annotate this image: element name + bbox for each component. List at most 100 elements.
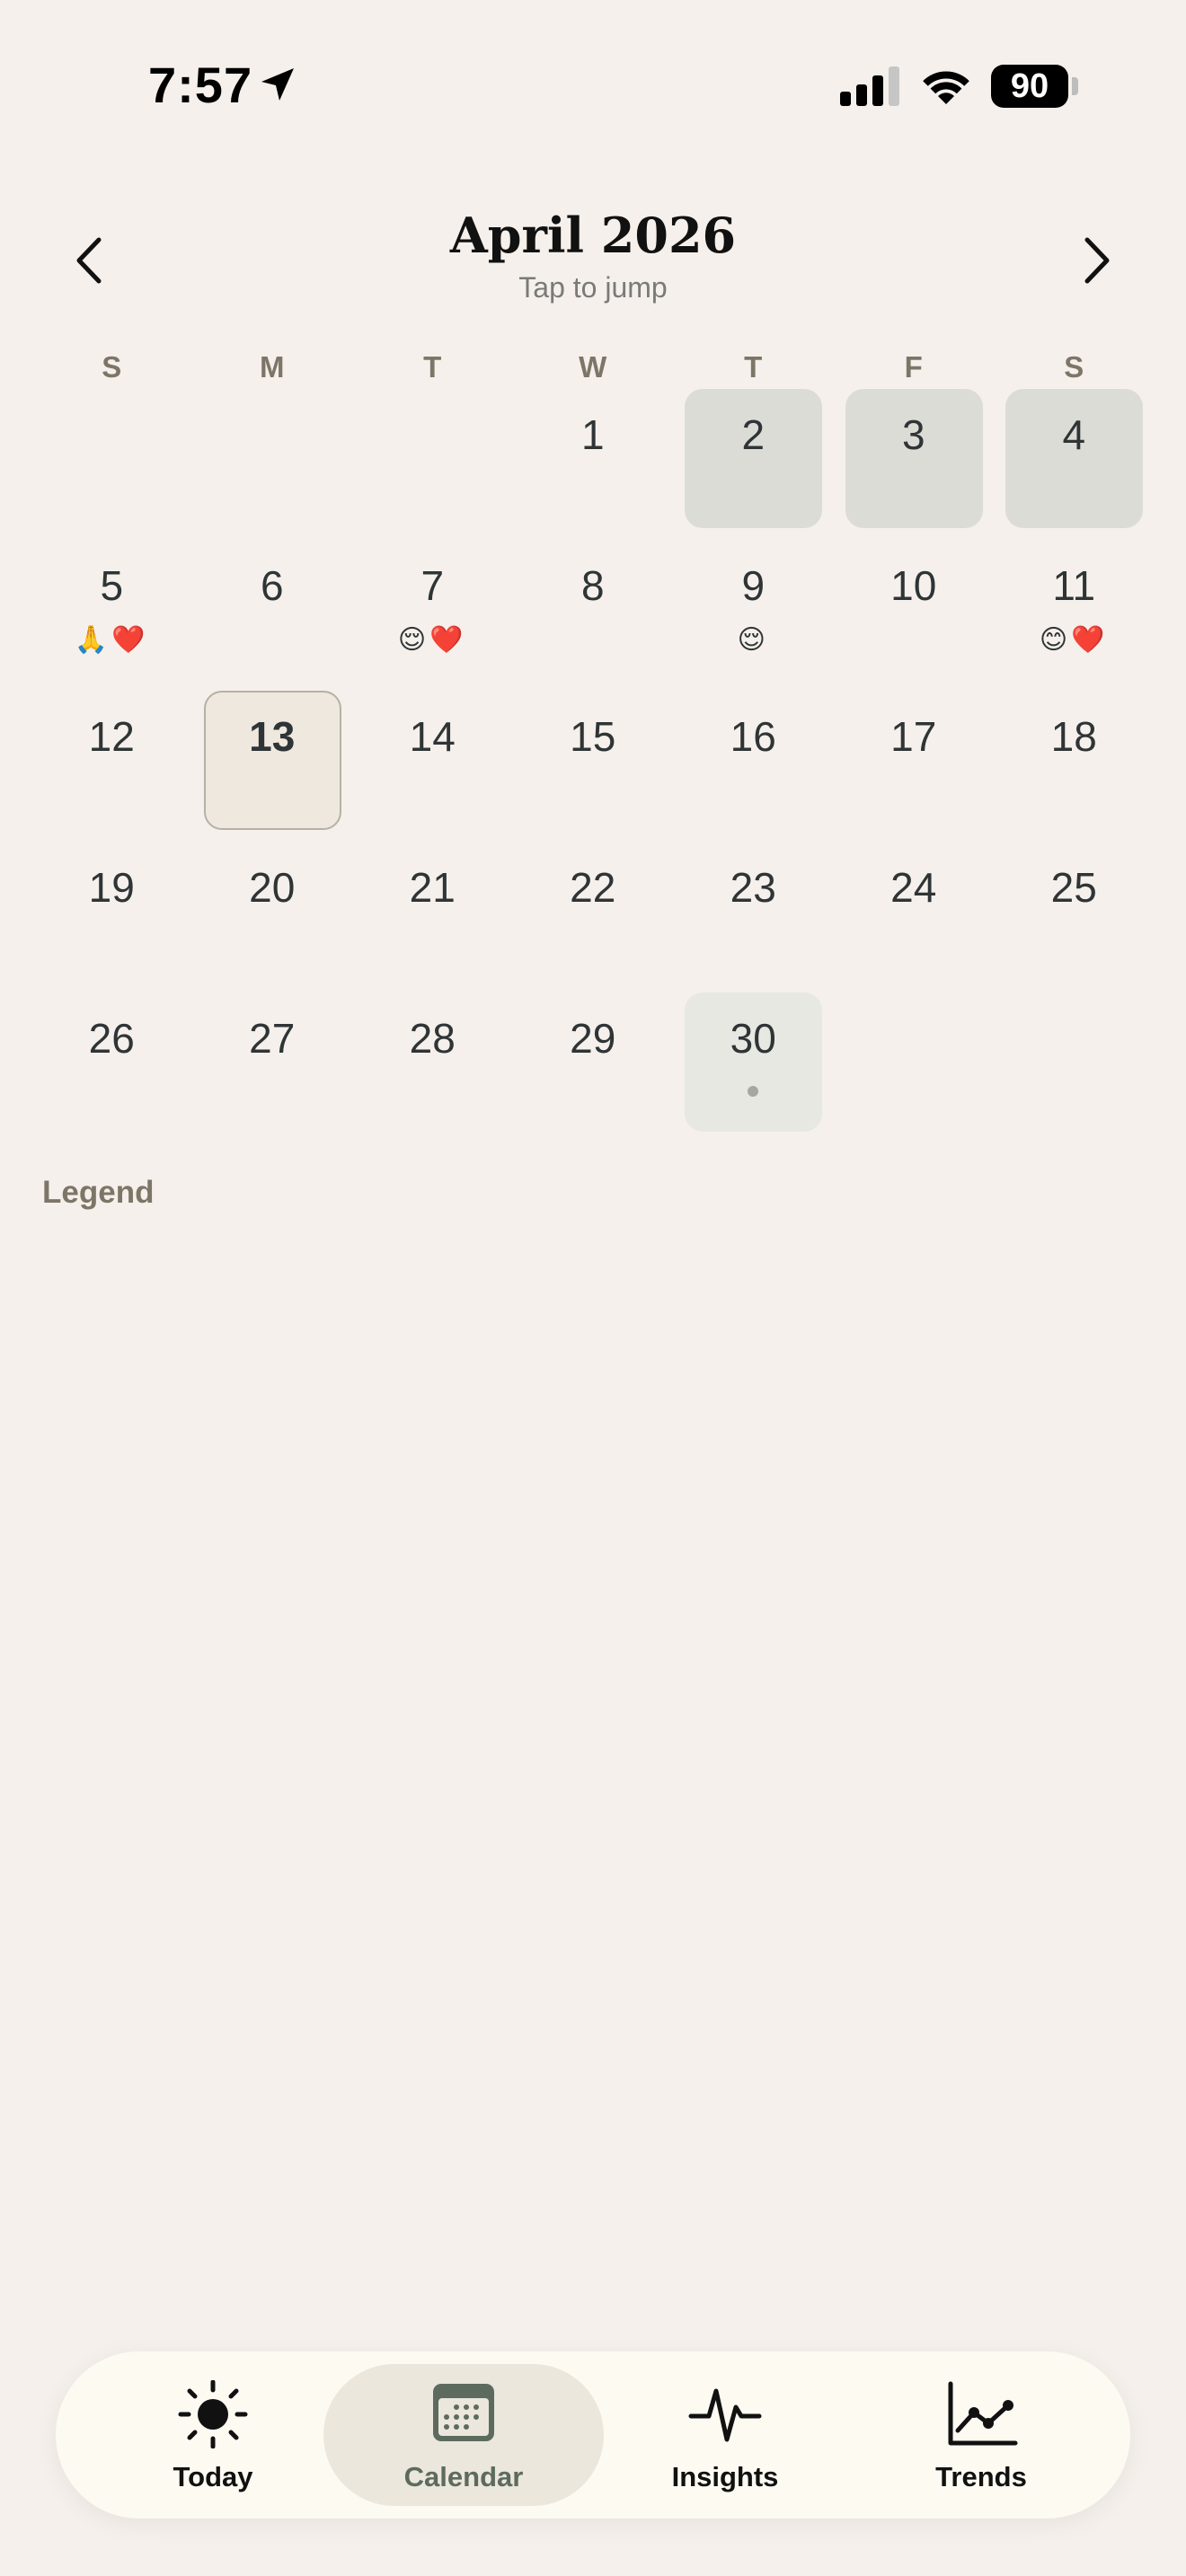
day-number: 19 — [88, 864, 135, 911]
month-title[interactable]: April 2026 — [0, 207, 1186, 264]
day-number: 24 — [890, 864, 937, 911]
month-subtitle: Tap to jump — [518, 271, 668, 304]
calendar-day-6[interactable]: 6 — [192, 537, 353, 688]
calendar-grid: 1 2 3 4 5 🙏❤️ 6 7 😌❤️ 8 9 😌 10 11 😊❤️ 12 13 14 15 16 17 18 19 2… — [31, 386, 1155, 1141]
day-mood-emoji: 🙏❤️ — [74, 624, 149, 656]
calendar-day-29[interactable]: 29 — [513, 990, 674, 1141]
calendar-empty-cell — [192, 386, 353, 537]
tab-insights[interactable]: Insights — [622, 2351, 828, 2519]
calendar-day-12[interactable]: 12 — [31, 688, 192, 839]
day-number: 29 — [570, 1015, 616, 1062]
calendar-day-25[interactable]: 25 — [994, 839, 1155, 990]
calendar-day-7[interactable]: 7 😌❤️ — [352, 537, 513, 688]
calendar-day-2[interactable]: 2 — [673, 386, 834, 537]
day-number: 18 — [1050, 713, 1097, 760]
calendar-day-23[interactable]: 23 — [673, 839, 834, 990]
tab-today[interactable]: Today — [110, 2351, 316, 2519]
day-number: 3 — [901, 411, 925, 458]
calendar-day-14[interactable]: 14 — [352, 688, 513, 839]
day-number: 6 — [260, 562, 284, 609]
day-number: 16 — [730, 713, 776, 760]
status-time: 7:57 — [148, 57, 253, 113]
day-mood-emoji: 😊❤️ — [1039, 624, 1109, 656]
day-number: 17 — [890, 713, 937, 760]
day-number: 25 — [1050, 864, 1097, 911]
day-number: 28 — [409, 1015, 456, 1062]
calendar-empty-cell — [834, 990, 995, 1141]
day-number: 4 — [1062, 411, 1086, 458]
location-arrow-icon — [261, 68, 294, 101]
calendar-day-11[interactable]: 11 😊❤️ — [994, 537, 1155, 688]
calendar-day-22[interactable]: 22 — [513, 839, 674, 990]
tab-calendar-label: Calendar — [403, 2461, 524, 2492]
day-number: 11 — [1052, 562, 1096, 609]
day-number: 27 — [249, 1015, 296, 1062]
calendar-empty-cell — [994, 990, 1155, 1141]
calendar-day-24[interactable]: 24 — [834, 839, 995, 990]
calendar-day-26[interactable]: 26 — [31, 990, 192, 1141]
line-chart-icon — [948, 2381, 1018, 2446]
battery-icon: 90 — [991, 65, 1068, 108]
calendar-day-21[interactable]: 21 — [352, 839, 513, 990]
battery-cap — [1072, 77, 1078, 95]
day-number: 21 — [409, 864, 456, 911]
calendar-week-row: 1 2 3 4 — [31, 386, 1155, 537]
tab-bar: Today Calendar Insights Trends — [56, 2351, 1130, 2519]
calendar-day-1[interactable]: 1 — [513, 386, 674, 537]
tab-calendar[interactable]: Calendar — [323, 2351, 604, 2519]
day-number: 2 — [741, 411, 766, 458]
tab-trends-label: Trends — [935, 2461, 1027, 2492]
status-bar: 7:57 90 — [0, 0, 1186, 171]
calendar-day-9[interactable]: 9 😌 — [673, 537, 834, 688]
legend-label[interactable]: Legend — [42, 1175, 154, 1211]
day-number: 14 — [409, 713, 456, 760]
day-number: 15 — [570, 713, 616, 760]
calendar-week-row: 19 20 21 22 23 24 25 — [31, 839, 1155, 990]
chevron-right-icon[interactable] — [1069, 229, 1123, 292]
calendar-empty-cell — [31, 386, 192, 537]
day-number: 30 — [730, 1015, 776, 1062]
wifi-icon — [923, 71, 969, 104]
tab-insights-label: Insights — [671, 2461, 779, 2492]
day-number: 22 — [570, 864, 616, 911]
day-mood-emoji: 😌❤️ — [397, 624, 467, 656]
calendar-day-20[interactable]: 20 — [192, 839, 353, 990]
pulse-icon — [688, 2388, 762, 2442]
calendar-day-10[interactable]: 10 — [834, 537, 995, 688]
calendar-day-19[interactable]: 19 — [31, 839, 192, 990]
day-number: 7 — [420, 562, 445, 609]
calendar-day-15[interactable]: 15 — [513, 688, 674, 839]
day-number: 12 — [88, 713, 135, 760]
day-number: 9 — [741, 562, 766, 609]
tab-today-label: Today — [173, 2461, 253, 2492]
tab-trends[interactable]: Trends — [878, 2351, 1084, 2519]
calendar-day-27[interactable]: 27 — [192, 990, 353, 1141]
calendar-icon — [433, 2384, 494, 2441]
sun-icon — [178, 2380, 248, 2448]
calendar-day-16[interactable]: 16 — [673, 688, 834, 839]
calendar-day-4[interactable]: 4 — [994, 386, 1155, 537]
day-number: 10 — [890, 562, 937, 609]
day-number: 26 — [88, 1015, 135, 1062]
calendar-day-3[interactable]: 3 — [834, 386, 995, 537]
calendar-day-17[interactable]: 17 — [834, 688, 995, 839]
calendar-week-row: 12 13 14 15 16 17 18 — [31, 688, 1155, 839]
day-number: 5 — [100, 562, 124, 609]
calendar-week-row: 5 🙏❤️ 6 7 😌❤️ 8 9 😌 10 11 😊❤️ — [31, 537, 1155, 688]
entry-dot-indicator — [748, 1086, 758, 1097]
calendar-day-8[interactable]: 8 — [513, 537, 674, 688]
day-number: 13 — [249, 713, 296, 760]
calendar-day-5[interactable]: 5 🙏❤️ — [31, 537, 192, 688]
day-number: 23 — [730, 864, 776, 911]
calendar-day-30[interactable]: 30 — [673, 990, 834, 1141]
calendar-day-13[interactable]: 13 — [192, 688, 353, 839]
day-number: 20 — [249, 864, 296, 911]
calendar-week-row: 26 27 28 29 30 — [31, 990, 1155, 1141]
calendar-day-28[interactable]: 28 — [352, 990, 513, 1141]
day-number: 8 — [580, 562, 605, 609]
calendar-empty-cell — [352, 386, 513, 537]
cellular-signal-icon — [840, 66, 899, 106]
day-mood-emoji: 😌 — [737, 624, 769, 656]
day-number: 1 — [580, 411, 605, 458]
calendar-day-18[interactable]: 18 — [994, 688, 1155, 839]
